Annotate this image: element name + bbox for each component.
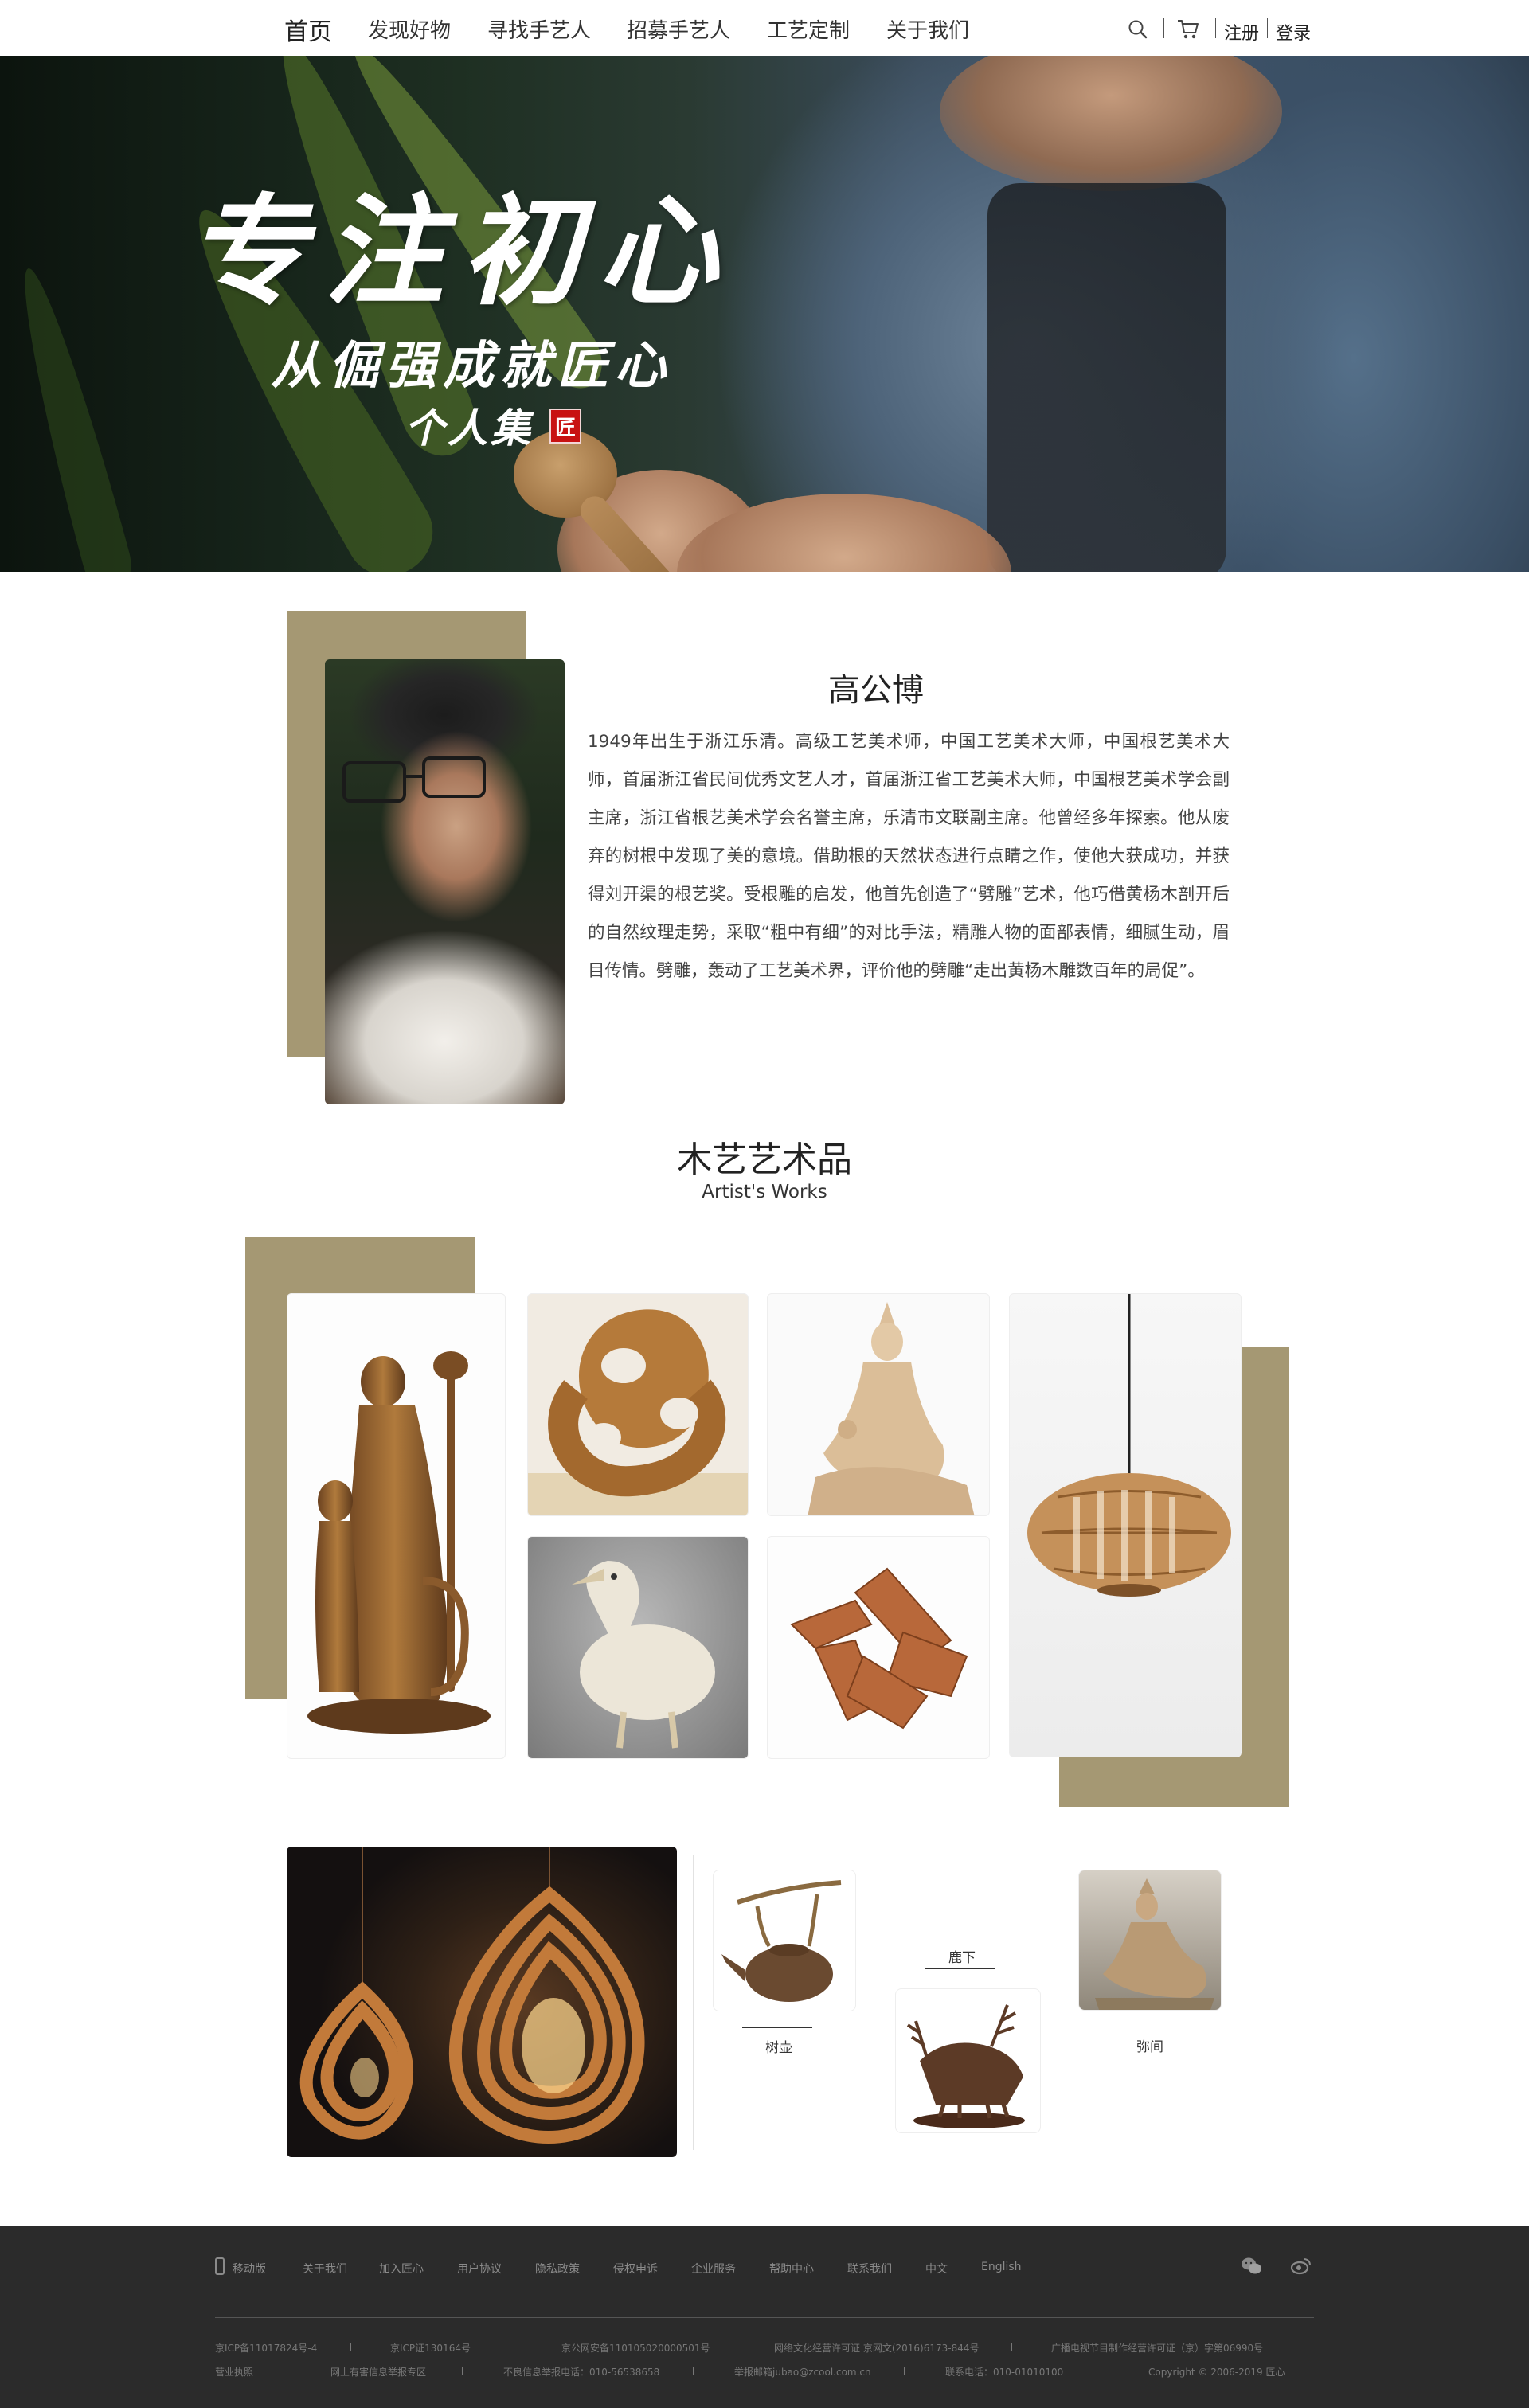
footer-sep: [1011, 2343, 1012, 2351]
login-link[interactable]: 登录: [1276, 19, 1311, 45]
footer-sep: [350, 2343, 351, 2351]
footer-link-enterprise[interactable]: 企业服务: [691, 2261, 736, 2277]
nav-discover[interactable]: 发现好物: [368, 14, 451, 44]
footer-link-about[interactable]: 关于我们: [303, 2261, 347, 2277]
glasses-shape: [342, 761, 406, 803]
footer-link-chinese[interactable]: 中文: [925, 2261, 948, 2277]
hero-subheadline: 从倔强成就匠心: [271, 336, 672, 396]
nav-about[interactable]: 关于我们: [886, 14, 969, 44]
artwork-label-tree-teapot: 树壶: [765, 2040, 792, 2056]
artisan-name: 高公博: [828, 672, 924, 709]
footer-link-infringement[interactable]: 侵权申诉: [613, 2261, 658, 2277]
glasses-bridge: [405, 775, 424, 778]
leaf-shape: [5, 262, 139, 572]
footer-broadcast-license: 广播电视节目制作经营许可证（京）字第06990号: [1051, 2343, 1264, 2354]
works-subtitle: Artist's Works: [702, 1182, 827, 1202]
footer-sep: [904, 2367, 905, 2375]
artwork-card-guanyin[interactable]: [767, 1293, 990, 1516]
nav-custom-craft[interactable]: 工艺定制: [767, 14, 850, 44]
footer-report-zone[interactable]: 网上有害信息举报专区: [330, 2365, 426, 2379]
artwork-card-pendant-lamp[interactable]: [1009, 1293, 1242, 1757]
nav-divider: [1215, 18, 1216, 38]
register-link[interactable]: 注册: [1224, 19, 1259, 45]
hero-headline: 专注初心: [187, 182, 736, 322]
footer-link-privacy[interactable]: 隐私政策: [535, 2261, 580, 2277]
artwork-card-elder-sculpture[interactable]: [287, 1293, 506, 1759]
footer-link-english[interactable]: English: [981, 2261, 1022, 2273]
label-underline: [925, 1968, 995, 1969]
footer-link-help[interactable]: 帮助中心: [769, 2261, 814, 2277]
artisan-bio: 1949年出生于浙江乐清。高级工艺美术师，中国工艺美术大师，中国根艺美术大师，首…: [588, 732, 1230, 981]
teapot-image: [721, 1880, 842, 2002]
hero-collection-label: 个人集: [405, 405, 534, 452]
hero-banner: 专注初心 从倔强成就匠心 个人集 匠: [0, 56, 1529, 572]
seated-figure-image: [1095, 1878, 1214, 2010]
artisan-face: [940, 56, 1282, 191]
glasses-shape: [422, 756, 486, 798]
footer-icp-license: 京ICP证130164号: [390, 2343, 471, 2354]
cart-icon[interactable]: [1176, 18, 1200, 41]
nav-find-artisan[interactable]: 寻找手艺人: [487, 14, 591, 44]
footer-icp-record: 京ICP备11017824号-4: [215, 2343, 318, 2354]
label-underline: [742, 2027, 812, 2028]
artwork-card-white-bird[interactable]: [527, 1536, 749, 1759]
footer-link-join[interactable]: 加入匠心: [379, 2261, 424, 2277]
footer-divider: [215, 2317, 1314, 2318]
deer-image: [906, 2004, 1025, 2128]
footer-link-terms[interactable]: 用户协议: [457, 2261, 502, 2277]
mobile-icon: [215, 2258, 225, 2275]
featured-lamp-photo[interactable]: [287, 1847, 677, 2157]
abstract-knot-image: [528, 1309, 748, 1515]
footer-copyright: Copyright © 2006-2019 匠心: [1148, 2367, 1285, 2378]
nav-divider: [1163, 18, 1164, 38]
footer-business-license[interactable]: 营业执照: [215, 2365, 253, 2379]
top-nav: 首页 发现好物 寻找手艺人 招募手艺人 工艺定制 关于我们 注册 登录: [0, 0, 1529, 56]
footer-sep: [462, 2367, 463, 2375]
teardrop-lamp-image: [299, 1847, 645, 2144]
nav-home[interactable]: 首页: [284, 12, 332, 47]
nav-recruit-artisan[interactable]: 招募手艺人: [627, 14, 730, 44]
works-title: 木艺艺术品: [677, 1140, 852, 1180]
seal-stamp: 匠: [549, 408, 581, 444]
artisan-portrait: [325, 659, 565, 1104]
artisan-shirt: [987, 183, 1226, 572]
artwork-card-seated-figure[interactable]: [1078, 1870, 1222, 2011]
elder-sculpture-image: [307, 1351, 491, 1734]
wechat-icon[interactable]: [1241, 2257, 1263, 2279]
footer-contact-phone: 联系电话：010-01010100: [945, 2367, 1064, 2378]
pendant-lamp-image: [1027, 1294, 1231, 1597]
artwork-card-abstract-knot[interactable]: [527, 1293, 749, 1516]
interlock-image: [790, 1567, 968, 1730]
footer-police-record: 京公网安备110105020000501号: [561, 2343, 710, 2354]
footer-culture-license: 网络文化经营许可证 京网文(2016)6173-844号: [774, 2343, 980, 2354]
artwork-label-seated-figure: 弥间: [1136, 2039, 1163, 2055]
guanyin-image: [808, 1302, 975, 1515]
artwork-card-interlock[interactable]: [767, 1536, 990, 1759]
footer-report-phone: 不良信息举报电话：010-56538658: [503, 2367, 660, 2378]
artwork-card-deer[interactable]: [895, 1988, 1041, 2133]
artwork-card-tree-teapot[interactable]: [713, 1870, 856, 2011]
footer-link-contact[interactable]: 联系我们: [847, 2261, 892, 2277]
footer-link-mobile[interactable]: 移动版: [233, 2261, 266, 2277]
search-icon[interactable]: [1128, 19, 1148, 40]
footer-sep: [693, 2367, 694, 2375]
white-bird-image: [572, 1561, 715, 1749]
footer-report-email: 举报邮箱jubao@zcool.com.cn: [734, 2367, 871, 2378]
artwork-label-deer: 鹿下: [948, 1950, 976, 1966]
nav-divider: [1267, 18, 1268, 38]
vertical-divider: [693, 1855, 694, 2150]
weibo-icon[interactable]: [1290, 2257, 1312, 2279]
